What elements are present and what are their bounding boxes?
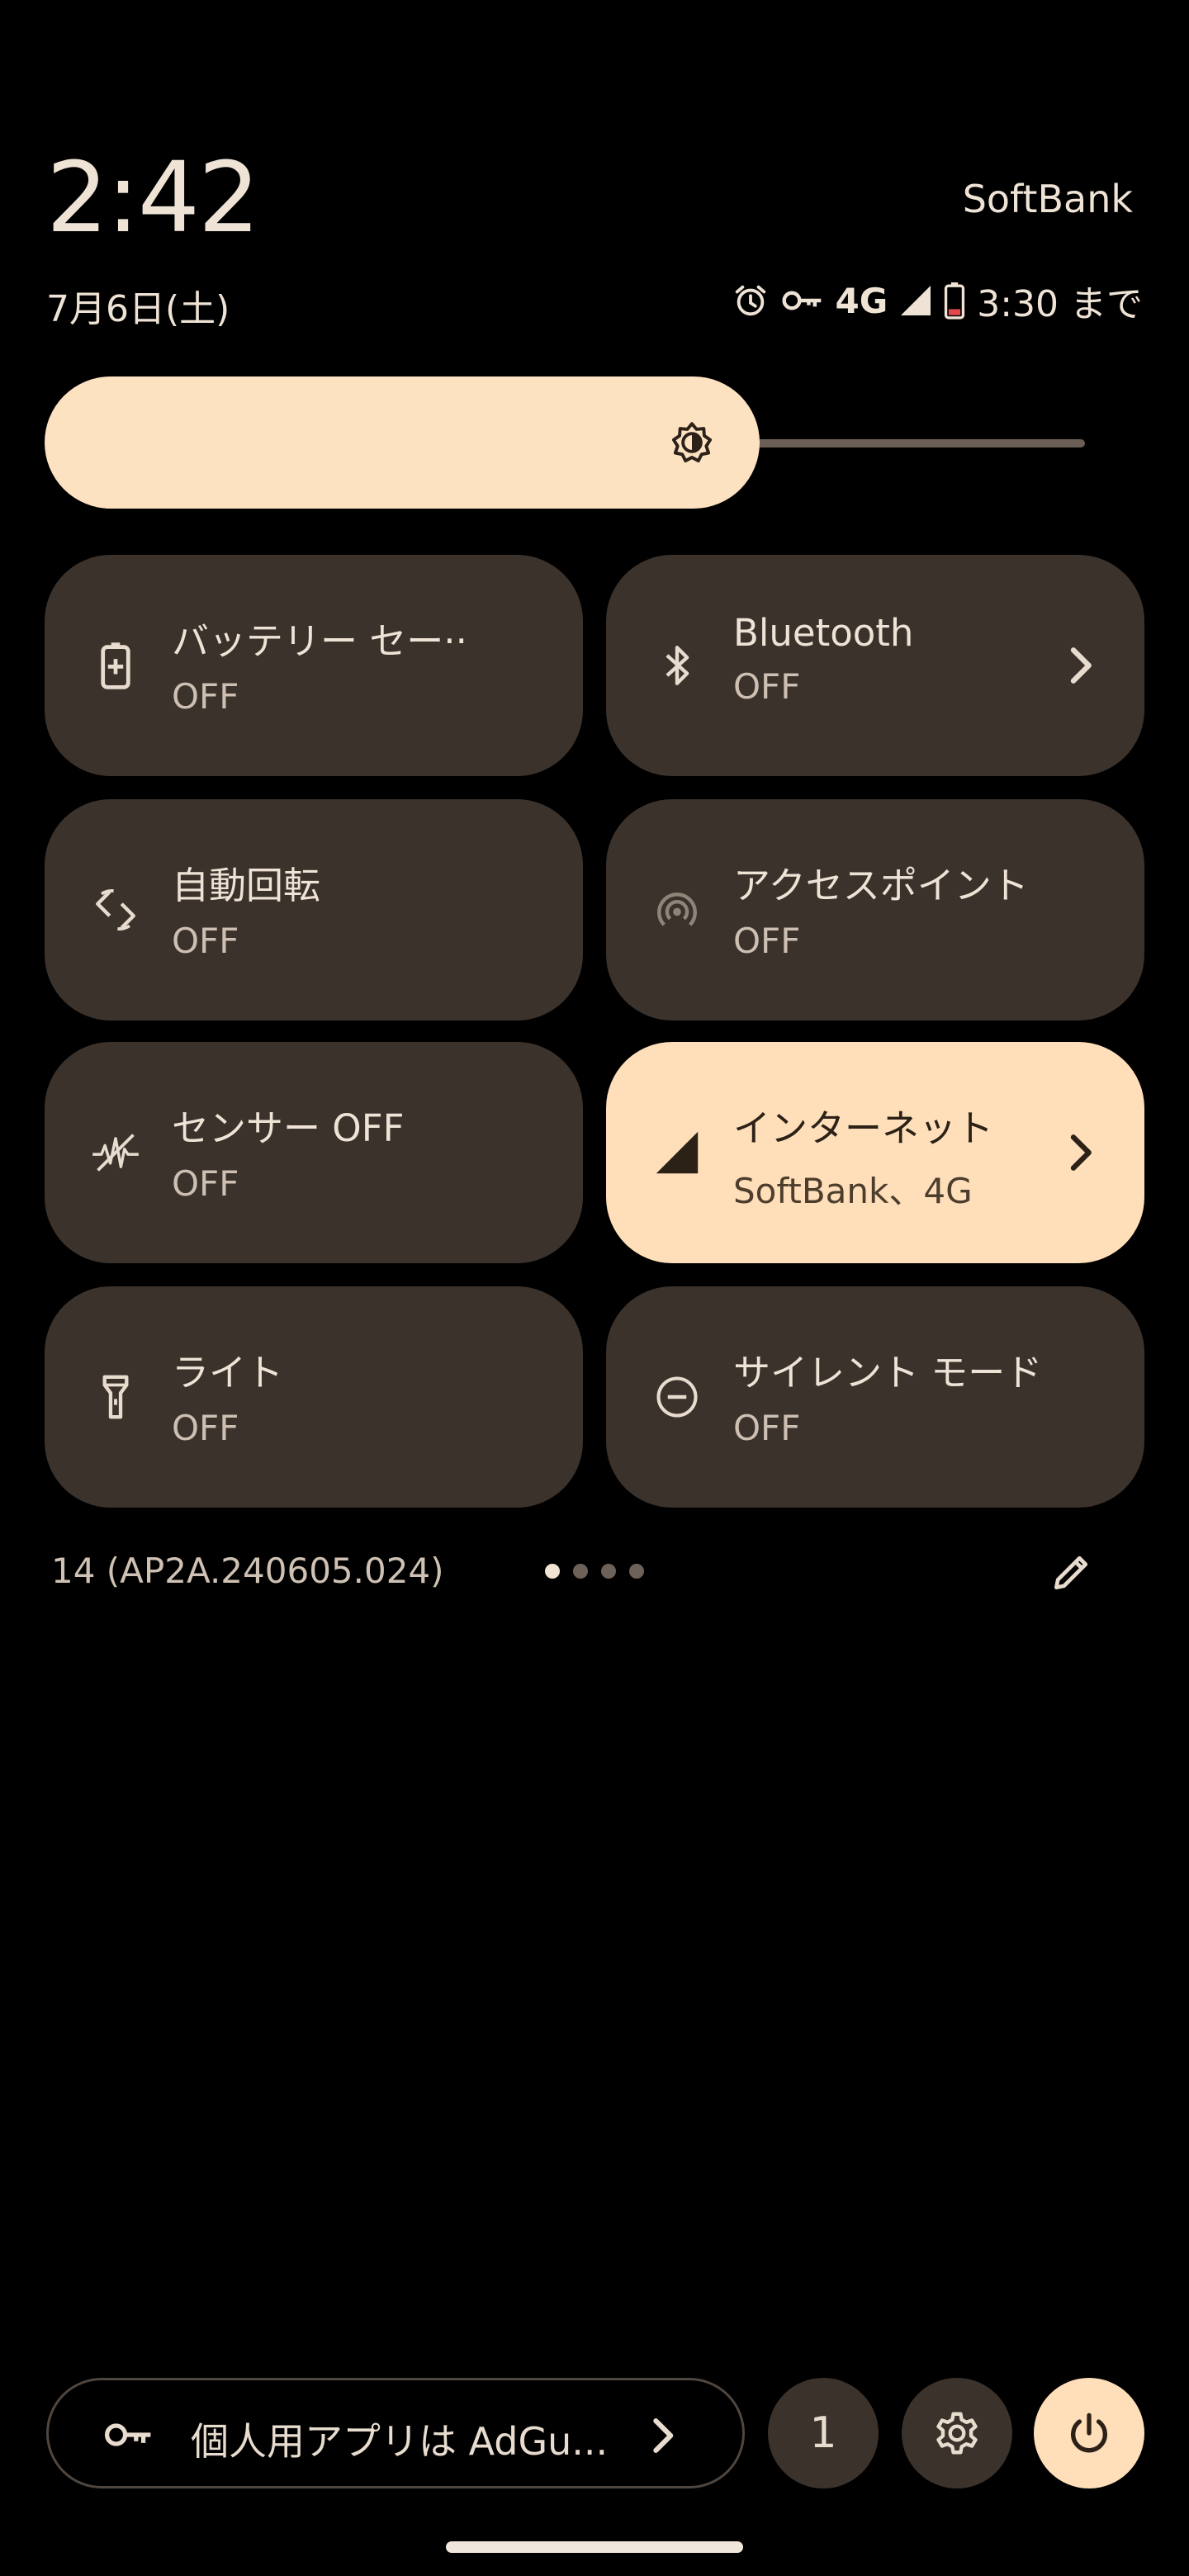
tile-battery-saver[interactable]: バッテリー セー·· OFF bbox=[45, 555, 583, 776]
bluetooth-icon bbox=[652, 641, 702, 690]
page-dot bbox=[601, 1564, 616, 1579]
sensors-off-icon bbox=[91, 1128, 140, 1177]
page-dot bbox=[629, 1564, 644, 1579]
power-icon bbox=[1071, 2413, 1107, 2453]
brightness-track[interactable] bbox=[755, 439, 1085, 447]
vpn-security-footer[interactable]: 個人用アプリは AdGu... bbox=[46, 2378, 745, 2488]
battery-saver-icon bbox=[91, 641, 140, 690]
clock[interactable]: 2:42 bbox=[46, 140, 260, 254]
carrier-label: SoftBank bbox=[962, 177, 1133, 221]
tile-internet[interactable]: インターネット SoftBank、4G bbox=[606, 1042, 1144, 1263]
tile-bluetooth[interactable]: Bluetooth OFF bbox=[606, 555, 1144, 776]
signal-icon bbox=[899, 283, 932, 318]
network-type: 4G bbox=[835, 280, 888, 321]
tile-title: サイレント モード bbox=[733, 1351, 1043, 1395]
status-icons: 4G 3:30 まで bbox=[732, 274, 1143, 327]
tile-auto-rotate[interactable]: 自動回転 OFF bbox=[45, 799, 583, 1020]
users-count: 1 bbox=[809, 2408, 837, 2458]
settings-button[interactable] bbox=[902, 2378, 1012, 2488]
date-label[interactable]: 7月6日(土) bbox=[46, 279, 230, 332]
edit-pencil-icon[interactable] bbox=[1049, 1549, 1095, 1595]
tile-do-not-disturb[interactable]: サイレント モード OFF bbox=[606, 1286, 1144, 1508]
battery-icon bbox=[944, 282, 965, 320]
tile-status: OFF bbox=[172, 921, 239, 961]
chevron-right-icon[interactable] bbox=[1063, 1133, 1097, 1172]
alarm-icon bbox=[732, 282, 770, 320]
brightness-slider[interactable] bbox=[45, 376, 1085, 509]
tile-status: OFF bbox=[733, 666, 801, 707]
brightness-icon bbox=[671, 422, 713, 463]
tile-title: インターネット bbox=[733, 1106, 994, 1150]
tile-title: バッテリー セー·· bbox=[172, 619, 467, 663]
build-number[interactable]: 14 (AP2A.240605.024) bbox=[51, 1551, 444, 1591]
tile-status: OFF bbox=[172, 1163, 239, 1204]
tile-title: Bluetooth bbox=[733, 611, 914, 655]
page-dot bbox=[573, 1564, 588, 1579]
chevron-right-icon bbox=[653, 2418, 674, 2453]
hotspot-icon bbox=[652, 885, 702, 935]
brightness-fill[interactable] bbox=[45, 376, 760, 509]
home-indicator[interactable] bbox=[446, 2541, 743, 2553]
vpn-key-icon bbox=[104, 2423, 151, 2446]
tile-title: センサー OFF bbox=[172, 1106, 405, 1150]
tile-status: OFF bbox=[172, 1408, 239, 1448]
page-indicator bbox=[545, 1564, 644, 1579]
tile-status: SoftBank、4G bbox=[733, 1171, 973, 1211]
tile-sensors-off[interactable]: センサー OFF OFF bbox=[45, 1042, 583, 1263]
tile-title: ライト bbox=[172, 1351, 284, 1395]
tile-status: OFF bbox=[733, 1408, 801, 1448]
tile-status: OFF bbox=[172, 676, 239, 717]
tile-title: アクセスポイント bbox=[733, 864, 1029, 907]
page-dot bbox=[545, 1564, 560, 1579]
cell-signal-icon bbox=[652, 1128, 702, 1177]
gear-icon bbox=[936, 2412, 978, 2455]
power-menu-button[interactable] bbox=[1034, 2378, 1144, 2488]
tile-hotspot[interactable]: アクセスポイント OFF bbox=[606, 799, 1144, 1020]
vpn-key-icon bbox=[781, 282, 824, 320]
vpn-label: 個人用アプリは AdGu... bbox=[191, 2419, 609, 2464]
user-switcher-button[interactable]: 1 bbox=[768, 2378, 879, 2488]
auto-rotate-icon bbox=[91, 885, 140, 935]
chevron-right-icon[interactable] bbox=[1063, 646, 1097, 685]
tile-flashlight[interactable]: ライト OFF bbox=[45, 1286, 583, 1508]
tile-title: 自動回転 bbox=[172, 864, 321, 907]
battery-until-label: 3:30 まで bbox=[977, 283, 1143, 325]
flashlight-icon bbox=[91, 1372, 140, 1422]
quick-settings-panel: 2:42 SoftBank 7月6日(土) 4G 3:30 まで バッテリー セ… bbox=[0, 0, 1189, 2576]
tile-status: OFF bbox=[733, 921, 801, 961]
do-not-disturb-icon bbox=[652, 1372, 702, 1422]
